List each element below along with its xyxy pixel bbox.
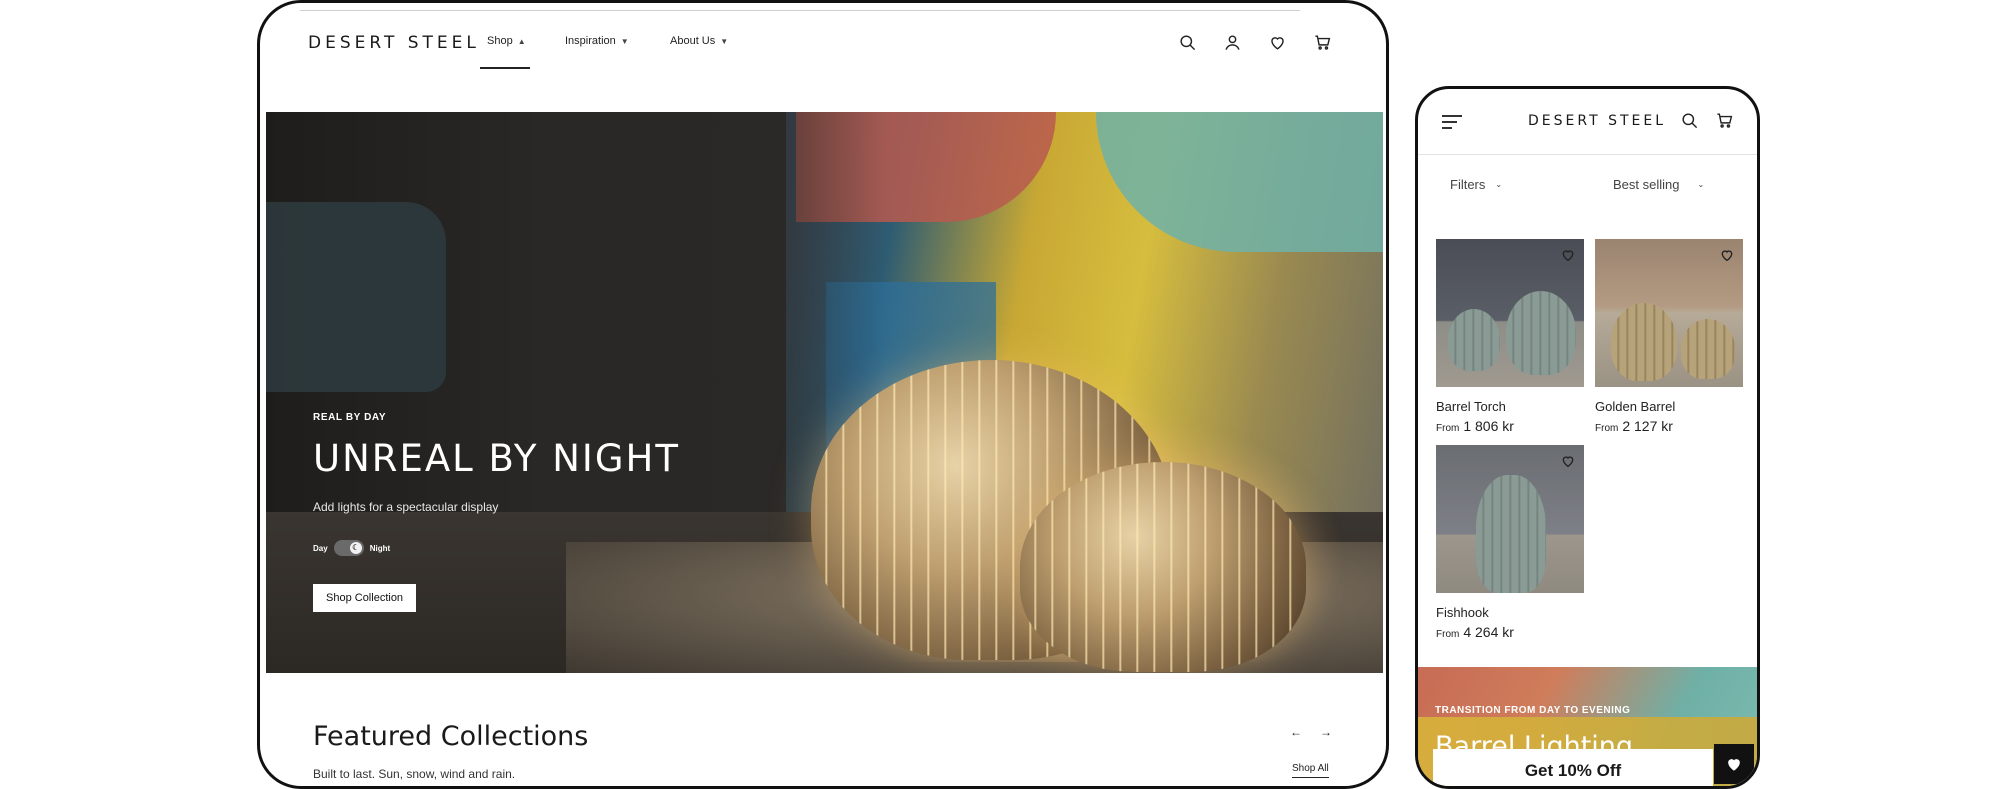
discount-button[interactable]: Get 10% Off <box>1433 749 1713 786</box>
header-icons <box>1178 33 1332 52</box>
nav-inspiration-label: Inspiration <box>565 35 616 47</box>
cactus-shape <box>1506 291 1576 375</box>
product-card[interactable]: Golden Barrel From 2 127 kr <box>1595 239 1743 434</box>
product-price: From 2 127 kr <box>1595 418 1743 434</box>
price-prefix: From <box>1436 423 1460 434</box>
banner-eyebrow: TRANSITION FROM DAY TO EVENING <box>1435 705 1631 716</box>
arrow-right-icon[interactable]: → <box>1320 725 1332 739</box>
account-icon[interactable] <box>1223 33 1242 52</box>
cactus-shape <box>1611 303 1677 381</box>
main-nav: Shop ▲ Inspiration ▼ About Us ▼ <box>482 35 755 47</box>
chevron-down-icon: ▼ <box>720 36 729 46</box>
price-prefix: From <box>1595 423 1619 434</box>
chevron-up-icon: ▲ <box>517 36 526 46</box>
sort-label: Best selling <box>1613 177 1680 192</box>
sort-dropdown[interactable]: Best selling ⌄ <box>1613 177 1704 192</box>
nav-active-indicator <box>480 67 530 69</box>
mobile-header-icons <box>1680 111 1734 130</box>
wishlist-heart-icon[interactable] <box>1560 247 1576 263</box>
product-card[interactable]: Barrel Torch From 1 806 kr <box>1436 239 1584 434</box>
cactus-shape <box>1448 309 1500 371</box>
price-value: 1 806 kr <box>1463 418 1514 434</box>
menu-icon[interactable] <box>1442 115 1462 133</box>
product-price: From 4 264 kr <box>1436 624 1584 640</box>
shop-all-link[interactable]: Shop All <box>1292 763 1329 778</box>
favorites-button[interactable] <box>1714 744 1754 784</box>
hero-subtitle: Add lights for a spectacular display <box>313 500 499 514</box>
phone-frame: DESERT STEEL Filters ⌄ Best selling ⌄ Ba… <box>1415 86 1760 789</box>
top-divider <box>300 10 1300 11</box>
nav-shop[interactable]: Shop ▲ <box>482 35 542 47</box>
tablet-frame: DESERT STEEL Shop ▲ Inspiration ▼ About … <box>257 0 1389 789</box>
price-prefix: From <box>1436 629 1460 640</box>
nav-about-label: About Us <box>670 35 716 47</box>
nav-about-us[interactable]: About Us ▼ <box>665 35 755 47</box>
wishlist-heart-icon[interactable] <box>1560 453 1576 469</box>
product-name[interactable]: Fishhook <box>1436 605 1584 620</box>
product-card[interactable]: Fishhook From 4 264 kr <box>1436 445 1584 640</box>
nav-shop-label: Shop <box>487 35 513 47</box>
heart-icon[interactable] <box>1268 33 1287 52</box>
filters-dropdown[interactable]: Filters ⌄ <box>1450 177 1502 192</box>
chevron-down-icon: ⌄ <box>1495 180 1503 189</box>
toggle-day-label: Day <box>313 543 328 553</box>
product-image[interactable] <box>1436 445 1584 593</box>
shop-collection-button[interactable]: Shop Collection <box>313 584 417 612</box>
product-image[interactable] <box>1595 239 1743 387</box>
nav-inspiration[interactable]: Inspiration ▼ <box>560 35 665 47</box>
cactus-shape <box>1681 319 1735 379</box>
product-name[interactable]: Barrel Torch <box>1436 399 1584 414</box>
chevron-down-icon: ⌄ <box>1697 180 1705 189</box>
featured-title: Featured Collections <box>313 721 589 752</box>
hero-eyebrow: REAL BY DAY <box>313 412 387 423</box>
hero-banner: REAL BY DAY UNREAL BY NIGHT Add lights f… <box>266 112 1383 673</box>
day-night-toggle-row: Day ☾ Night <box>313 540 680 556</box>
search-icon[interactable] <box>1178 33 1197 52</box>
toggle-night-label: Night <box>369 543 391 553</box>
price-value: 2 127 kr <box>1622 418 1673 434</box>
filters-label: Filters <box>1450 177 1486 192</box>
hero-title: UNREAL BY NIGHT <box>313 437 680 480</box>
product-image[interactable] <box>1436 239 1584 387</box>
hero-copy: REAL BY DAY UNREAL BY NIGHT Add lights f… <box>313 412 680 612</box>
arrow-left-icon[interactable]: ← <box>1290 725 1302 739</box>
mobile-logo[interactable]: DESERT STEEL <box>1528 113 1666 129</box>
product-price: From 1 806 kr <box>1436 418 1584 434</box>
cactus-shape <box>1476 475 1546 593</box>
heart-filled-icon <box>1728 759 1740 771</box>
product-name[interactable]: Golden Barrel <box>1595 399 1743 414</box>
hero-chair <box>266 202 446 392</box>
day-night-toggle[interactable]: ☾ <box>333 540 364 556</box>
wishlist-heart-icon[interactable] <box>1719 247 1735 263</box>
featured-subtitle: Built to last. Sun, snow, wind and rain. <box>313 767 516 781</box>
site-logo[interactable]: DESERT STEEL <box>308 33 480 53</box>
mobile-header: DESERT STEEL <box>1418 89 1757 155</box>
price-value: 4 264 kr <box>1463 624 1514 640</box>
carousel-arrows: ← → <box>1290 725 1332 739</box>
cart-icon[interactable] <box>1313 33 1332 52</box>
cart-icon[interactable] <box>1715 111 1734 130</box>
chevron-down-icon: ▼ <box>620 36 629 46</box>
search-icon[interactable] <box>1680 111 1699 130</box>
moon-icon: ☾ <box>349 542 362 554</box>
barrel-light-small <box>1020 462 1306 672</box>
